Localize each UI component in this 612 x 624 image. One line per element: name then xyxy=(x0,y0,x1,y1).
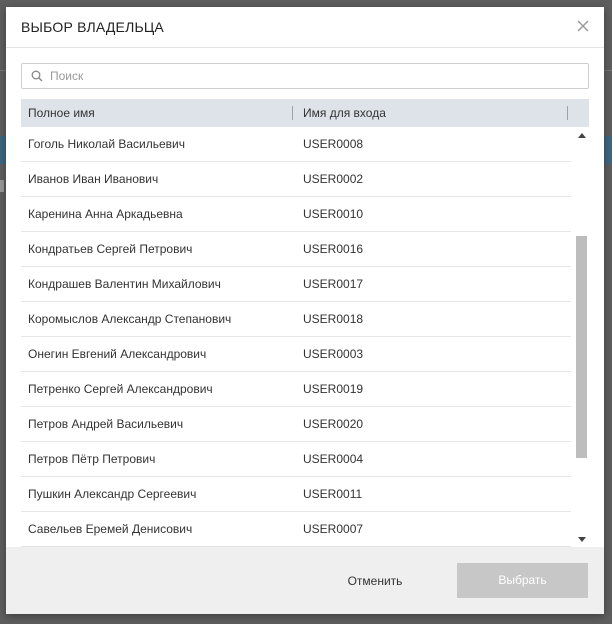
table-row[interactable]: Кондратьев Сергей Петрович USER0016 xyxy=(21,232,571,267)
table-header: Полное имя Имя для входа xyxy=(21,99,589,127)
vertical-scrollbar[interactable] xyxy=(574,127,589,547)
cell-full-name: Кондратьев Сергей Петрович xyxy=(28,242,193,256)
cell-full-name: Петров Пётр Петрович xyxy=(28,452,156,466)
cell-full-name: Петренко Сергей Александрович xyxy=(28,382,213,396)
cell-full-name: Пушкин Александр Сергеевич xyxy=(28,487,197,501)
cell-login: USER0018 xyxy=(303,312,364,326)
cell-login: USER0020 xyxy=(303,417,364,431)
cell-login: USER0004 xyxy=(303,452,364,466)
table-row[interactable]: Гоголь Николай Васильевич USER0008 xyxy=(21,127,571,162)
cell-full-name: Онегин Евгений Александрович xyxy=(28,347,207,361)
table-row[interactable]: Каренина Анна Аркадьевна USER0010 xyxy=(21,197,571,232)
table-row[interactable]: Петренко Сергей Александрович USER0019 xyxy=(21,372,571,407)
select-button[interactable]: Выбрать xyxy=(457,563,588,598)
scrollbar-thumb[interactable] xyxy=(576,236,587,458)
cell-login: USER0003 xyxy=(303,347,364,361)
table-row[interactable]: Онегин Евгений Александрович USER0003 xyxy=(21,337,571,372)
cell-login: USER0019 xyxy=(303,382,364,396)
background-fragment xyxy=(0,180,4,192)
scroll-down-icon[interactable] xyxy=(578,537,586,542)
search-icon xyxy=(31,70,43,82)
owner-select-dialog: ВЫБОР ВЛАДЕЛЬЦА Полное имя Имя для входа… xyxy=(6,7,604,614)
table-row[interactable]: Коромыслов Александр Степанович USER0018 xyxy=(21,302,571,337)
cell-login: USER0002 xyxy=(303,172,364,186)
table-row[interactable]: Кондрашев Валентин Михайлович USER0017 xyxy=(21,267,571,302)
cell-full-name: Савельев Еремей Денисович xyxy=(28,522,193,536)
cell-full-name: Каренина Анна Аркадьевна xyxy=(28,207,183,221)
dialog-footer: Отменить Выбрать xyxy=(6,547,604,614)
column-header-login[interactable]: Имя для входа xyxy=(303,99,386,127)
cancel-button[interactable]: Отменить xyxy=(330,564,420,598)
cell-full-name: Иванов Иван Иванович xyxy=(28,172,159,186)
table-row[interactable]: Пушкин Александр Сергеевич USER0011 xyxy=(21,477,571,512)
column-divider[interactable] xyxy=(292,106,293,120)
cell-login: USER0010 xyxy=(303,207,364,221)
cell-full-name: Коромыслов Александр Степанович xyxy=(28,312,232,326)
table-row[interactable]: Савельев Еремей Денисович USER0007 xyxy=(21,512,571,547)
table-row[interactable]: Петров Андрей Васильевич USER0020 xyxy=(21,407,571,442)
cell-login: USER0007 xyxy=(303,522,364,536)
dialog-header: ВЫБОР ВЛАДЕЛЬЦА xyxy=(6,7,604,48)
scroll-up-icon[interactable] xyxy=(578,133,586,138)
search-input[interactable] xyxy=(50,66,580,86)
table-body: Гоголь Николай Васильевич USER0008 Иванов … xyxy=(21,127,571,547)
cell-login: USER0011 xyxy=(303,487,363,501)
table-row[interactable]: Иванов Иван Иванович USER0002 xyxy=(21,162,571,197)
cell-login: USER0016 xyxy=(303,242,364,256)
close-icon[interactable] xyxy=(574,17,592,35)
cell-login: USER0017 xyxy=(303,277,364,291)
dialog-title: ВЫБОР ВЛАДЕЛЬЦА xyxy=(21,19,164,35)
users-table: Полное имя Имя для входа Гоголь Николай … xyxy=(21,99,589,547)
cell-full-name: Кондрашев Валентин Михайлович xyxy=(28,277,221,291)
column-divider[interactable] xyxy=(567,106,568,120)
column-header-full-name[interactable]: Полное имя xyxy=(28,99,95,127)
cell-full-name: Гоголь Николай Васильевич xyxy=(28,137,185,151)
table-row[interactable]: Петров Пётр Петрович USER0004 xyxy=(21,442,571,477)
cell-full-name: Петров Андрей Васильевич xyxy=(28,417,184,431)
cell-login: USER0008 xyxy=(303,137,364,151)
search-field[interactable] xyxy=(21,63,589,89)
